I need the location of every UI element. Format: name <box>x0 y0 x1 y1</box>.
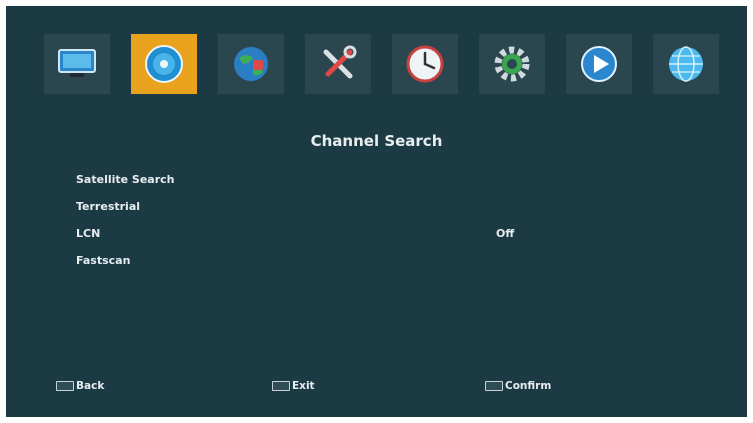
exit-key-icon <box>272 381 290 391</box>
menu-key-icon <box>56 381 74 391</box>
tile-installation[interactable] <box>131 34 197 94</box>
page-title: Channel Search <box>310 132 443 150</box>
tile-time[interactable] <box>392 34 458 94</box>
tile-tv[interactable] <box>44 34 110 94</box>
confirm-hint[interactable]: Confirm <box>485 380 551 392</box>
lcn-value[interactable]: Off <box>496 220 514 247</box>
menu-item-label: LCN <box>76 227 101 240</box>
clock-icon <box>406 45 444 83</box>
footer-hints: Back Exit Confirm <box>6 380 747 400</box>
tv-monitor-icon <box>58 49 96 77</box>
exit-hint[interactable]: Exit <box>272 380 315 392</box>
tile-settings[interactable] <box>479 34 545 94</box>
confirm-label: Confirm <box>505 380 552 392</box>
menu-item-label: Terrestrial <box>76 200 141 213</box>
back-hint[interactable]: Back <box>56 380 104 392</box>
menu-item-label: Satellite Search <box>76 173 175 186</box>
globe-icon <box>234 47 268 81</box>
menu-item-satellite-search[interactable]: Satellite Search <box>76 166 596 193</box>
disc-icon <box>145 45 183 83</box>
channel-search-menu: Satellite Search Terrestrial LCN Off Fas… <box>76 166 596 274</box>
tile-media[interactable] <box>566 34 632 94</box>
menu-item-label: Fastscan <box>76 254 131 267</box>
tile-internet[interactable] <box>653 34 719 94</box>
main-menu-iconbar <box>44 34 719 94</box>
wrench-screwdriver-icon <box>323 45 357 79</box>
menu-item-lcn[interactable]: LCN Off <box>76 220 596 247</box>
ok-key-icon <box>485 381 503 391</box>
network-globe-icon <box>669 46 703 82</box>
menu-item-fastscan[interactable]: Fastscan <box>76 247 596 274</box>
back-label: Back <box>76 380 105 392</box>
tile-network[interactable] <box>218 34 284 94</box>
menu-item-terrestrial[interactable]: Terrestrial <box>76 193 596 220</box>
tile-tools[interactable] <box>305 34 371 94</box>
tv-screen: Channel Search Satellite Search Terrestr… <box>6 6 747 417</box>
exit-label: Exit <box>292 380 315 392</box>
gear-icon <box>494 46 530 82</box>
play-icon <box>581 46 617 82</box>
